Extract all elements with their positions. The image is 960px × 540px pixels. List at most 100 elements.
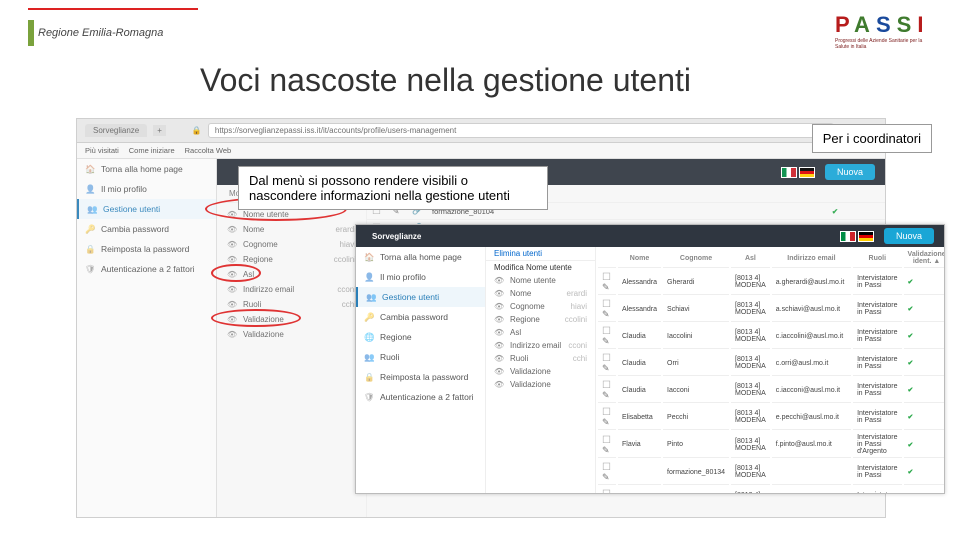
callout-coordinators: Per i coordinatori <box>812 124 932 153</box>
bookmark-web-collection[interactable]: Raccolta Web <box>185 146 232 155</box>
tab-add-icon[interactable]: + <box>153 125 166 136</box>
flag-it-icon[interactable] <box>781 167 797 178</box>
user-icon: 👤 <box>85 184 95 194</box>
highlight-ellipse-asl <box>211 264 261 282</box>
check-icon: ✔ <box>827 203 885 220</box>
col-toggle-validation[interactable]: 👁Validazione <box>217 312 366 327</box>
col-toggle[interactable]: 👁Indirizzo emailcconi <box>486 339 595 352</box>
eye-icon: 👁 <box>494 328 504 337</box>
passi-logo: PASSI Progressi delle Aziende Sanitarie … <box>835 12 930 56</box>
table-row: FlaviaPinto[8013 4] MODENAf.pinto@ausl.m… <box>598 432 944 458</box>
col-toggle[interactable]: 👁Cognomehiavi <box>486 300 595 313</box>
logo-divider <box>28 8 198 10</box>
sidebar-item[interactable]: 🔒Reimposta la password <box>356 367 485 387</box>
col-toggle-surname[interactable]: 👁Cognomehiavi <box>217 237 366 252</box>
col-toggle[interactable]: 👁Validazione <box>486 378 595 391</box>
sidebar-item-reset-pw[interactable]: 🔒Reimposta la password <box>77 239 216 259</box>
sidebar-item[interactable]: 👥Gestione utenti <box>356 287 485 307</box>
sidebar-item-profile[interactable]: 👤Il mio profilo <box>77 179 216 199</box>
check-icon: ✔ <box>904 432 944 458</box>
check-icon: ✔ <box>904 270 944 295</box>
sidebar-item[interactable]: 🛡Autenticazione a 2 fattori <box>356 387 485 407</box>
bookmark-get-started[interactable]: Come iniziare <box>129 146 175 155</box>
flag-de-icon[interactable] <box>799 167 815 178</box>
new-button[interactable]: Nuova <box>884 228 934 244</box>
check-icon: ✔ <box>904 487 944 493</box>
eye-icon: 👁 <box>494 380 504 389</box>
edit-icon[interactable] <box>602 282 612 292</box>
table-row: ClaudiaIacconi[8013 4] MODENAc.iacconi@a… <box>598 378 944 403</box>
flag-de-icon[interactable] <box>858 231 874 242</box>
table-row: ClaudiaIaccolini[8013 4] MODENAc.iaccoli… <box>598 324 944 349</box>
col-toggle[interactable]: 👁Validazione <box>486 365 595 378</box>
address-bar[interactable]: https://sorveglianzepassi.iss.it/it/acco… <box>208 123 834 138</box>
col-toggle-name[interactable]: 👁Nomeerardi <box>217 222 366 237</box>
header-link[interactable]: Elimina utenti <box>486 247 595 260</box>
checkbox-icon[interactable] <box>602 489 612 493</box>
sidebar-item-change-pw[interactable]: 🔑Cambia password <box>77 219 216 239</box>
edit-icon[interactable] <box>602 417 612 427</box>
browser-tab[interactable]: Sorveglianze <box>85 124 147 137</box>
col-toggle[interactable]: 👁Nome utente <box>486 274 595 287</box>
table-row: ElisabettaPecchi[8013 4] MODENAe.pecchi@… <box>598 405 944 430</box>
eye-icon: 👁 <box>494 354 504 363</box>
column-header[interactable]: Validazione ident. ▲ <box>904 249 944 268</box>
checkbox-icon[interactable] <box>602 462 612 472</box>
checkbox-icon[interactable] <box>602 299 612 309</box>
col-toggle[interactable]: 👁Asl <box>486 326 595 339</box>
check-icon: ✔ <box>904 378 944 403</box>
table-row: AlessandraSchiavi[8013 4] MODENAa.schiav… <box>598 297 944 322</box>
column-header[interactable]: Nome <box>618 249 661 268</box>
edit-icon[interactable] <box>602 445 612 455</box>
sidebar-item-2fa[interactable]: 🛡Autenticazione a 2 fattori <box>77 259 216 279</box>
flag-it-icon[interactable] <box>840 231 856 242</box>
highlight-ellipse-validation <box>211 309 301 327</box>
column-header[interactable]: Asl <box>731 249 770 268</box>
column-header[interactable]: Cognome <box>663 249 729 268</box>
table-row: formazione_80134[8013 4] MODENAIntervist… <box>598 460 944 485</box>
col-toggle[interactable]: 👁Nomeerardi <box>486 287 595 300</box>
edit-icon[interactable] <box>602 309 612 319</box>
callout-menu-desc: Dal menù si possono rendere visibili o n… <box>238 166 548 210</box>
edit-icon[interactable] <box>602 363 612 373</box>
users-icon: 👥 <box>87 204 97 214</box>
bookmark-most-visited[interactable]: Più visitati <box>85 146 119 155</box>
checkbox-icon[interactable] <box>602 353 612 363</box>
checkbox-icon[interactable] <box>602 272 612 282</box>
check-icon: ✔ <box>904 297 944 322</box>
lock-icon: 🔒 <box>85 244 95 254</box>
col-toggle-validation2[interactable]: 👁Validazione <box>217 327 366 342</box>
column-header[interactable] <box>598 249 616 268</box>
sidebar-item[interactable]: 👤Il mio profilo <box>356 267 485 287</box>
app-brand: Sorveglianze <box>366 229 427 244</box>
checkbox-icon[interactable] <box>602 380 612 390</box>
eye-icon: 👁 <box>494 367 504 376</box>
sidebar-item-users[interactable]: 👥Gestione utenti <box>77 199 216 219</box>
checkbox-icon[interactable] <box>602 435 612 445</box>
column-header[interactable]: Ruoli <box>853 249 901 268</box>
front-col-menu: Elimina utenti Modifica Nome utente 👁Nom… <box>486 247 596 493</box>
eye-icon: 👁 <box>494 276 504 285</box>
sidebar-item[interactable]: 🏠Torna alla home page <box>356 247 485 267</box>
eye-icon: 👁 <box>494 302 504 311</box>
col-toggle[interactable]: 👁Ruolicchi <box>486 352 595 365</box>
home-icon: 🏠 <box>85 164 95 174</box>
column-header[interactable]: Indirizzo email <box>772 249 851 268</box>
edit-icon[interactable] <box>602 390 612 400</box>
sidebar-item[interactable]: 🌐Regione <box>356 327 485 347</box>
sidebar-item-home[interactable]: 🏠Torna alla home page <box>77 159 216 179</box>
col-toggle[interactable]: 👁Regioneccolini <box>486 313 595 326</box>
col-toggle-asl[interactable]: 👁Asl <box>217 267 366 282</box>
check-icon: ✔ <box>904 324 944 349</box>
new-button[interactable]: Nuova <box>825 164 875 180</box>
edit-icon[interactable] <box>602 472 612 482</box>
language-flags[interactable] <box>781 167 815 178</box>
shield-icon: 🛡 <box>85 264 95 274</box>
browser-chrome: Sorveglianze + 🔒 https://sorveglianzepas… <box>77 119 885 143</box>
edit-icon[interactable] <box>602 336 612 346</box>
sidebar-item[interactable]: 🔑Cambia password <box>356 307 485 327</box>
checkbox-icon[interactable] <box>602 326 612 336</box>
checkbox-icon[interactable] <box>602 407 612 417</box>
sidebar-item[interactable]: 👥Ruoli <box>356 347 485 367</box>
col-toggle-email[interactable]: 👁Indirizzo emailcconi <box>217 282 366 297</box>
